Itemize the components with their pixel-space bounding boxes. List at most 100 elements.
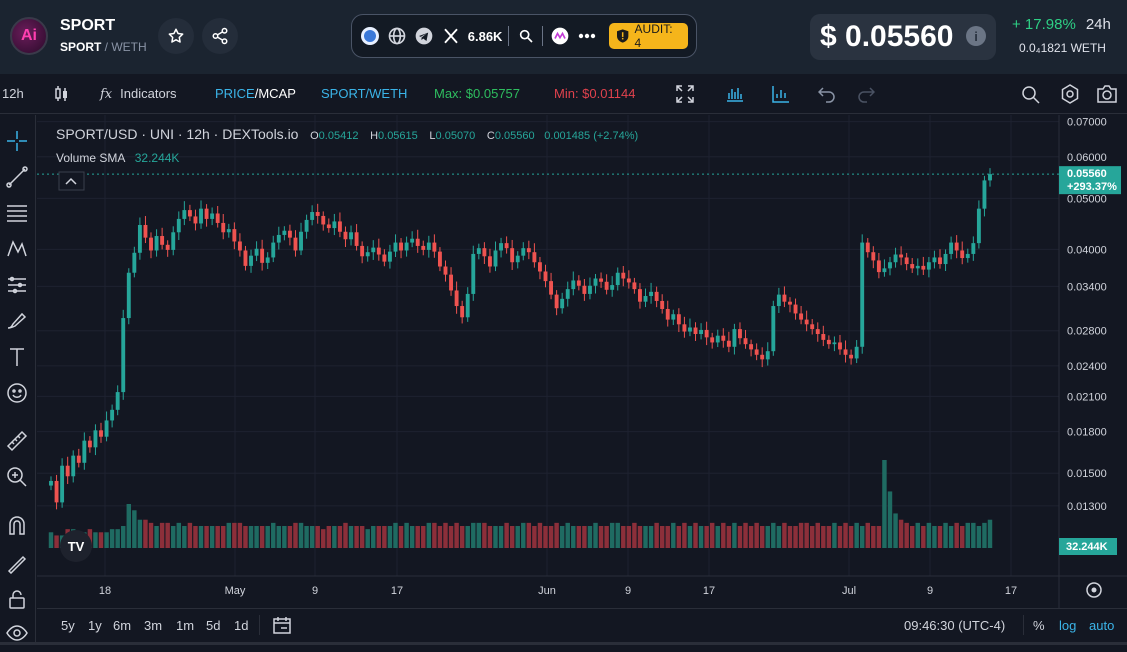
- y-tick-label: 0.01300: [1067, 501, 1107, 513]
- volume-bar: [771, 522, 776, 548]
- candle-type-icon[interactable]: [54, 85, 68, 106]
- timeframe-3m[interactable]: 3m: [144, 618, 162, 633]
- magic-search-icon[interactable]: [1021, 84, 1041, 107]
- volume-bar: [359, 526, 365, 548]
- telegram-icon[interactable]: [414, 25, 435, 47]
- candle-body: [82, 440, 87, 463]
- volume-bar: [782, 522, 787, 548]
- candle-body: [371, 247, 376, 253]
- camera-icon[interactable]: [1096, 84, 1118, 107]
- volume-bar: [454, 522, 459, 548]
- volume-bar: [887, 491, 893, 548]
- volume-bar: [426, 522, 432, 548]
- volume-bar: [859, 526, 865, 548]
- volume-bar: [404, 522, 409, 548]
- resize-handle[interactable]: [0, 642, 1127, 652]
- volume-bar: [682, 522, 687, 548]
- timeframe-1y[interactable]: 1y: [88, 618, 102, 633]
- dextools-icon[interactable]: [360, 25, 381, 47]
- volume-bar: [732, 522, 737, 548]
- star-icon: [168, 28, 184, 43]
- interval-selector[interactable]: 12h: [2, 86, 24, 101]
- volume-bar: [143, 519, 148, 548]
- volume-bar: [698, 526, 704, 548]
- fullscreen-icon[interactable]: [676, 85, 694, 106]
- indicators-button[interactable]: fx Indicators: [100, 86, 177, 102]
- candle-body: [876, 260, 881, 273]
- audit-badge[interactable]: AUDIT: 4: [609, 22, 688, 50]
- prediction-icon[interactable]: [5, 273, 29, 297]
- audit-label: AUDIT: 4: [634, 22, 673, 50]
- fib-retracement-icon[interactable]: [5, 201, 29, 225]
- volume-chart-icon[interactable]: [772, 85, 790, 106]
- close-value: 0.05560: [494, 130, 535, 142]
- favorite-button[interactable]: [158, 18, 194, 54]
- timeframe-1d[interactable]: 1d: [234, 618, 248, 633]
- volume-bar: [704, 526, 709, 548]
- volume-bar: [98, 532, 104, 548]
- candlestick-chart[interactable]: 0.07000 0.06000 0.05000 0.04000 0.03400 0.028…: [37, 115, 1127, 608]
- last-price-label: 0.05560: [1067, 168, 1107, 180]
- tradingview-watermark[interactable]: TV: [60, 530, 92, 562]
- volume-bar: [665, 526, 670, 548]
- zoom-in-icon[interactable]: [5, 465, 29, 489]
- candle-body: [638, 289, 642, 302]
- share-button[interactable]: [202, 18, 238, 54]
- brush-icon[interactable]: [5, 309, 29, 333]
- undo-icon[interactable]: [817, 85, 836, 106]
- date-range-icon[interactable]: [272, 615, 292, 638]
- candle-body: [826, 339, 831, 345]
- volume-bar: [93, 532, 98, 548]
- redo-icon[interactable]: [857, 85, 876, 106]
- lock-drawing-icon[interactable]: [5, 551, 29, 575]
- candle-body: [476, 248, 481, 254]
- y-tick-label: 0.05000: [1067, 193, 1107, 205]
- lock-icon[interactable]: [5, 587, 29, 611]
- trendline-icon[interactable]: [5, 165, 29, 189]
- candle-body: [726, 340, 731, 347]
- search-icon[interactable]: [515, 25, 536, 47]
- candle-body: [893, 254, 898, 263]
- price-mcap-toggle[interactable]: PRICE/MCAP: [215, 86, 296, 101]
- volume-bar: [926, 522, 932, 548]
- candle-body: [971, 243, 976, 254]
- timeframe-6m[interactable]: 6m: [113, 618, 131, 633]
- clock-time[interactable]: 09:46:30 (UTC-4): [904, 618, 1005, 633]
- x-twitter-icon[interactable]: [441, 25, 462, 47]
- trades-chart-icon[interactable]: [726, 85, 744, 106]
- candle-body: [799, 313, 804, 320]
- volume-bar: [154, 526, 159, 548]
- magnet-icon[interactable]: [5, 513, 29, 537]
- volume-bar: [709, 522, 715, 548]
- candle-body: [243, 250, 248, 266]
- ruler-icon[interactable]: [5, 429, 29, 453]
- auto-toggle[interactable]: auto: [1089, 618, 1114, 633]
- volume-bar: [387, 526, 393, 548]
- candle-body: [538, 262, 542, 272]
- info-icon[interactable]: i: [966, 26, 986, 46]
- x-tick-label: 17: [703, 585, 715, 597]
- percent-toggle[interactable]: %: [1033, 618, 1045, 633]
- emoji-icon[interactable]: [5, 381, 29, 405]
- text-tool-icon[interactable]: [5, 345, 29, 369]
- chain-icon[interactable]: [549, 25, 570, 47]
- timeframe-5y[interactable]: 5y: [61, 618, 75, 633]
- more-icon[interactable]: [576, 25, 597, 47]
- pattern-icon[interactable]: [5, 237, 29, 261]
- timeframe-bar: 5y 1y 6m 3m 1m 5d 1d 09:46:30 (UTC-4) % …: [37, 608, 1127, 642]
- timeframe-5d[interactable]: 5d: [206, 618, 220, 633]
- candle-body: [487, 256, 492, 267]
- collapse-legend-button[interactable]: [58, 171, 85, 191]
- candle-body: [132, 252, 137, 273]
- volume-bar: [854, 522, 859, 548]
- settings-gear-icon[interactable]: [1060, 84, 1080, 107]
- website-globe-icon[interactable]: [387, 25, 408, 47]
- crosshair-icon[interactable]: [5, 129, 29, 153]
- timeframe-1m[interactable]: 1m: [176, 618, 194, 633]
- candle-body: [749, 344, 754, 350]
- volume-bar: [204, 526, 209, 548]
- divider: [508, 26, 510, 46]
- pair-toggle[interactable]: SPORT/WETH: [321, 86, 407, 101]
- log-toggle[interactable]: log: [1059, 618, 1076, 633]
- candle-body: [182, 210, 187, 219]
